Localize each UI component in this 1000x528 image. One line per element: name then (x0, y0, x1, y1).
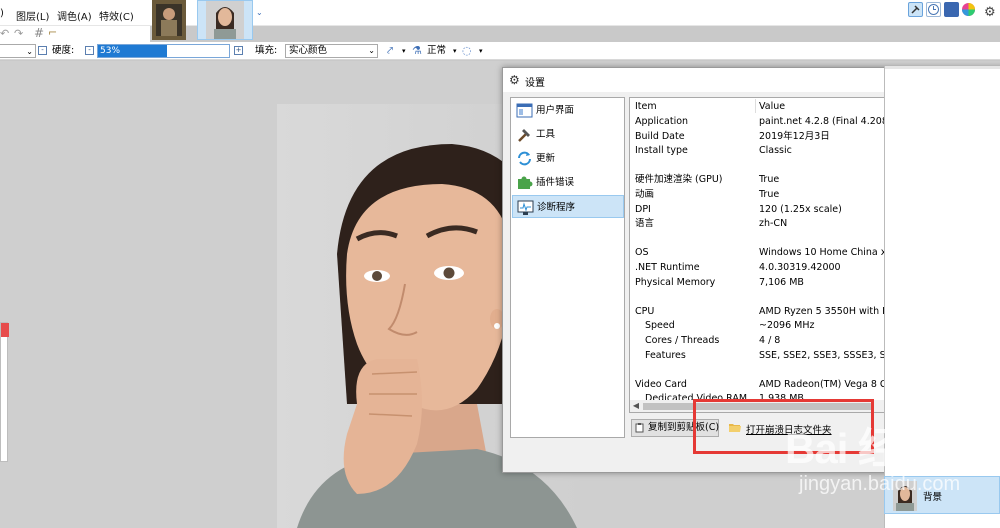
row-item: Features (645, 349, 686, 361)
row-item: Speed (645, 320, 675, 332)
row-item: Cores / Threads (645, 335, 720, 346)
tool-property-bar: ⌄ - 硬度: - 53% + 填充: 实心颜色 ⌄ ⤤ ▾ ⚗ 正常 ▾ ◌ … (0, 42, 1000, 60)
row-value: zh-CN (759, 218, 788, 230)
highlight-annotation (693, 399, 874, 454)
row-item: 动画 (635, 189, 655, 200)
hardness-slider[interactable]: 53% (97, 44, 230, 58)
colors-window-icon[interactable] (961, 2, 976, 17)
layers-window-icon[interactable] (944, 2, 959, 17)
row-item: Application (635, 116, 689, 127)
row-item: Build Date (635, 130, 685, 142)
antialias-icon[interactable]: ⤤ (387, 44, 393, 58)
panel-close-bar[interactable] (1, 323, 9, 337)
dialog-title: 设置 (525, 78, 545, 89)
nav-item-plugin-errors[interactable]: 插件错误 (512, 171, 624, 194)
row-item: 硬件加速渲染 (GPU) (635, 174, 723, 186)
row-item: CPU (635, 305, 655, 317)
column-header-value[interactable]: Value (759, 99, 785, 114)
nav-label-plugin-errors: 插件错误 (536, 177, 575, 188)
clipboard-icon (635, 423, 645, 433)
undo-icon[interactable]: ↶ (0, 27, 9, 40)
menu-layers[interactable]: 图层(L) (16, 8, 49, 23)
hardness-decrease-button[interactable]: - (38, 46, 47, 55)
diagnostics-icon (517, 199, 534, 216)
layers-panel-header (885, 66, 1000, 69)
fill-mode-select[interactable]: 实心颜色 ⌄ (285, 44, 378, 58)
nav-label-tools: 工具 (536, 129, 556, 140)
puzzle-icon (516, 174, 533, 191)
left-floating-panel (0, 322, 9, 462)
quick-toolbar: ↶ ↷ # ⌐ (0, 26, 150, 42)
nav-label-diagnostics: 诊断程序 (537, 202, 576, 213)
row-item: .NET Runtime (635, 262, 700, 273)
menu-edge[interactable]: ) (0, 8, 4, 19)
menu-bar: ) 图层(L) 调色(A) 特效(C) ⌄ ⚙ (0, 0, 1000, 40)
row-value: 4 / 8 (759, 335, 781, 346)
hardness-label: 硬度: (52, 45, 75, 56)
row-value: Classic (759, 145, 792, 157)
row-value: 4.0.30319.42000 (759, 262, 841, 273)
brush-width-select[interactable]: ⌄ (0, 44, 36, 58)
row-item: Video Card (635, 378, 687, 390)
image-tab-thumbnail-2[interactable] (197, 0, 253, 40)
row-value: 7,106 MB (759, 276, 804, 288)
antialias-dropdown-icon[interactable]: ▾ (402, 44, 406, 58)
hardness-plus-button[interactable]: + (234, 46, 243, 55)
blend-mode-label[interactable]: 正常 (427, 44, 446, 58)
column-header-item[interactable]: Item (635, 99, 657, 114)
image-tab-thumbnail-1[interactable] (152, 0, 186, 40)
ruler-icon[interactable]: ⌐ (48, 26, 57, 39)
redo-icon[interactable]: ↷ (14, 27, 23, 40)
hardness-minus-button[interactable]: - (85, 46, 94, 55)
row-item: OS (635, 247, 649, 259)
row-item: Physical Memory (635, 276, 716, 288)
layer-thumbnail (893, 481, 917, 511)
nav-label-user-interface: 用户界面 (536, 105, 575, 116)
selection-dropdown-icon[interactable]: ▾ (479, 44, 483, 58)
row-value: 120 (1.25x scale) (759, 203, 842, 215)
layers-panel (884, 66, 1000, 528)
row-value: True (759, 189, 780, 200)
row-item: Install type (635, 145, 688, 157)
row-value: 2019年12月3日 (759, 130, 830, 142)
grid-icon[interactable]: # (34, 26, 44, 40)
nav-item-tools[interactable]: 工具 (512, 123, 624, 146)
gear-icon[interactable]: ⚙ (984, 5, 996, 20)
settings-nav: 用户界面 工具 更新 插件错误 诊断程序 (510, 97, 625, 438)
menu-effects[interactable]: 特效(C) (99, 8, 134, 23)
layer-row-background[interactable]: 背景 (884, 476, 1000, 514)
nav-item-user-interface[interactable]: 用户界面 (512, 99, 624, 122)
row-value: True (759, 174, 780, 186)
settings-gear-icon: ⚙ (509, 73, 520, 87)
refresh-icon (516, 150, 533, 167)
hammer-icon (516, 126, 533, 143)
tab-dropdown-icon[interactable]: ⌄ (256, 8, 263, 17)
nav-item-updates[interactable]: 更新 (512, 147, 624, 170)
nav-item-diagnostics[interactable]: 诊断程序 (512, 195, 624, 218)
fill-label: 填充: (255, 45, 278, 56)
row-item: DPI (635, 203, 651, 215)
blend-dropdown-icon[interactable]: ▾ (453, 44, 457, 58)
nav-label-updates: 更新 (536, 153, 556, 164)
scroll-left-icon[interactable]: ◀ (630, 400, 642, 412)
tools-window-icon[interactable] (908, 2, 923, 17)
window-icon (516, 102, 533, 119)
chevron-down-icon: ⌄ (368, 46, 375, 55)
row-value: ~2096 MHz (759, 320, 815, 332)
menu-adjust[interactable]: 调色(A) (57, 8, 92, 23)
column-divider[interactable] (755, 99, 756, 113)
fill-mode-value: 实心颜色 (289, 45, 328, 56)
selection-mode-icon[interactable]: ◌ (462, 44, 472, 58)
hardness-value: 53% (100, 46, 121, 56)
blend-mode-icon[interactable]: ⚗ (412, 44, 422, 58)
layer-name: 背景 (923, 492, 943, 503)
history-window-icon[interactable] (926, 2, 941, 17)
row-item: 语言 (635, 218, 655, 230)
